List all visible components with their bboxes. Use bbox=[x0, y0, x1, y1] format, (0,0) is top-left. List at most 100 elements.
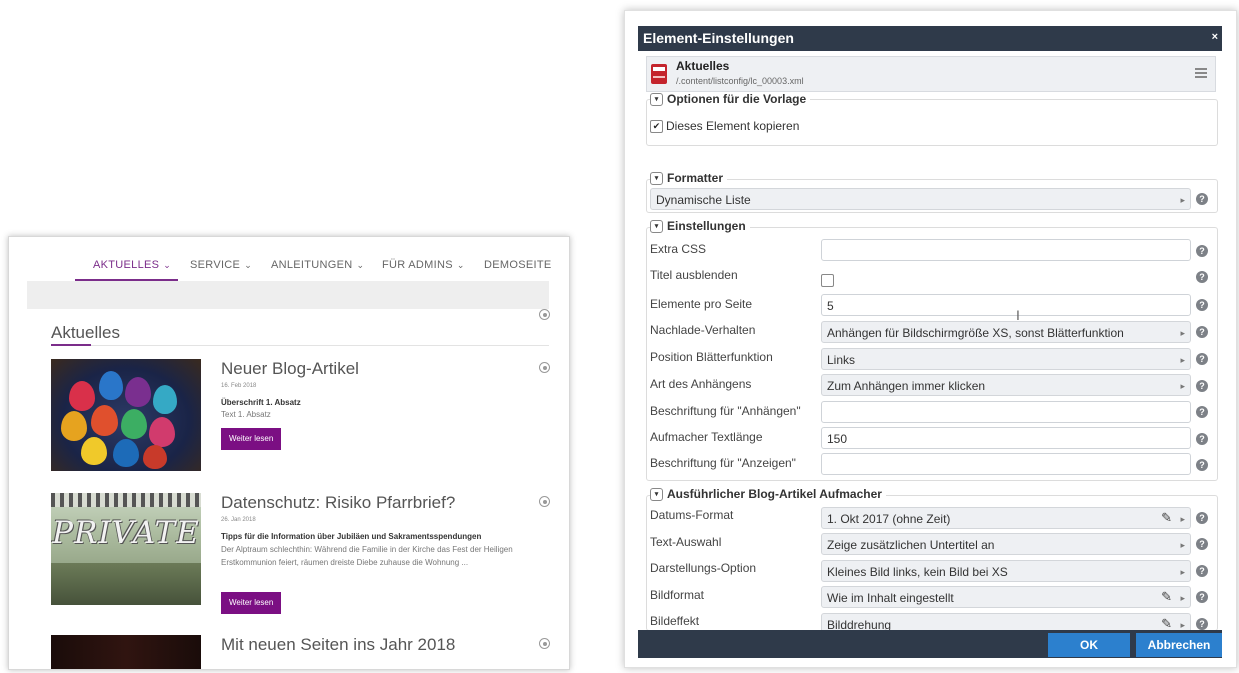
help-icon[interactable]: ? bbox=[1196, 406, 1208, 418]
collapse-toggle-icon[interactable]: ▾ bbox=[650, 93, 663, 107]
collapse-toggle-icon[interactable]: ▾ bbox=[650, 172, 663, 186]
resource-path: /.content/listconfig/lc_00003.xml bbox=[676, 76, 804, 86]
hamburger-menu-icon[interactable] bbox=[1195, 68, 1207, 78]
text-selection-select[interactable]: Zeige zusätzlichen Untertitel an ▸ bbox=[821, 533, 1191, 555]
edit-point-icon[interactable] bbox=[539, 638, 550, 649]
label-hide-title: Titel ausblenden bbox=[650, 268, 738, 282]
nav-item-demoseite[interactable]: DEMOSEITE bbox=[484, 259, 552, 271]
help-icon[interactable]: ? bbox=[1196, 459, 1208, 471]
label-teaser-length: Aufmacher Textlänge bbox=[650, 430, 763, 444]
append-type-select[interactable]: Zum Anhängen immer klicken ▸ bbox=[821, 374, 1191, 396]
post-image-private-sign[interactable]: PRIVATE bbox=[51, 493, 201, 605]
collapse-toggle-icon[interactable]: ▾ bbox=[650, 488, 663, 502]
hide-title-checkbox[interactable] bbox=[821, 274, 834, 287]
read-more-button[interactable]: Weiter lesen bbox=[221, 428, 282, 450]
arrow-right-icon: ▸ bbox=[1180, 540, 1185, 550]
elements-per-page-input[interactable]: 5 bbox=[821, 294, 1191, 316]
legend-detail-teaser[interactable]: ▾ Ausführlicher Blog-Artikel Aufmacher bbox=[650, 487, 886, 502]
chevron-down-icon: ⌄ bbox=[456, 260, 465, 270]
reload-behaviour-select[interactable]: Anhängen für Bildschirmgröße XS, sonst B… bbox=[821, 321, 1191, 343]
edit-point-icon[interactable] bbox=[539, 309, 550, 320]
legend-settings[interactable]: ▾ Einstellungen bbox=[650, 219, 750, 234]
teaser-length-input[interactable]: 150 bbox=[821, 427, 1191, 449]
egg-shape bbox=[149, 417, 175, 447]
legend-formatter[interactable]: ▾ Formatter bbox=[650, 171, 728, 186]
help-icon[interactable]: ? bbox=[1196, 299, 1208, 311]
help-icon[interactable]: ? bbox=[1196, 538, 1208, 550]
read-more-button[interactable]: Weiter lesen bbox=[221, 592, 282, 614]
date-format-select[interactable]: 1. Okt 2017 (ohne Zeit) ✎ ▸ bbox=[821, 507, 1191, 529]
arrow-right-icon: ▸ bbox=[1180, 381, 1185, 391]
dialog-title: Element-Einstellungen bbox=[643, 30, 794, 46]
copy-element-checkbox[interactable]: ✔ bbox=[650, 120, 663, 133]
copy-element-label: Dieses Element kopieren bbox=[666, 119, 800, 133]
label-pagination-position: Position Blätterfunktion bbox=[650, 350, 773, 364]
post-date: 16. Feb 2018 bbox=[221, 383, 257, 389]
image-format-select[interactable]: Wie im Inhalt eingestellt ✎ ▸ bbox=[821, 586, 1191, 608]
extra-css-input[interactable] bbox=[821, 239, 1191, 261]
help-icon[interactable]: ? bbox=[1196, 326, 1208, 338]
post-subtitle: Überschrift 1. Absatz bbox=[221, 398, 301, 407]
post-title[interactable]: Datenschutz: Risiko Pfarrbrief? bbox=[221, 493, 455, 513]
list-config-icon bbox=[651, 64, 667, 84]
edit-point-icon[interactable] bbox=[539, 362, 550, 373]
label-reload-behaviour: Nachlade-Verhalten bbox=[650, 323, 756, 337]
help-icon[interactable]: ? bbox=[1196, 353, 1208, 365]
dialog-footer: OK Abbrechen bbox=[638, 630, 1222, 658]
help-icon[interactable]: ? bbox=[1196, 565, 1208, 577]
nav-item-anleitungen[interactable]: ANLEITUNGEN ⌄ bbox=[271, 259, 364, 271]
help-icon[interactable]: ? bbox=[1196, 245, 1208, 257]
formatter-select[interactable]: Dynamische Liste ▸ bbox=[650, 188, 1191, 210]
legend-template-options[interactable]: ▾ Optionen für die Vorlage bbox=[650, 92, 811, 107]
chevron-down-icon: ⌄ bbox=[244, 260, 253, 270]
help-icon[interactable]: ? bbox=[1196, 591, 1208, 603]
resource-info-box: Aktuelles /.content/listconfig/lc_00003.… bbox=[646, 56, 1216, 92]
egg-shape bbox=[125, 377, 151, 407]
display-option-select[interactable]: Kleines Bild links, kein Bild bei XS ▸ bbox=[821, 560, 1191, 582]
arrow-right-icon: ▸ bbox=[1180, 593, 1185, 603]
arrow-right-icon: ▸ bbox=[1180, 195, 1185, 205]
post-image-easter-eggs[interactable] bbox=[51, 359, 201, 471]
gate-bars bbox=[51, 493, 201, 507]
close-icon[interactable]: × bbox=[1212, 31, 1218, 43]
pencil-icon[interactable]: ✎ bbox=[1161, 507, 1172, 529]
dialog-titlebar[interactable]: Element-Einstellungen × bbox=[638, 26, 1222, 51]
arrow-right-icon: ▸ bbox=[1180, 355, 1185, 365]
label-extra-css: Extra CSS bbox=[650, 242, 707, 256]
egg-shape bbox=[91, 405, 118, 436]
show-caption-input[interactable] bbox=[821, 453, 1191, 475]
egg-shape bbox=[143, 445, 167, 469]
egg-shape bbox=[113, 439, 139, 467]
pagination-position-select[interactable]: Links ▸ bbox=[821, 348, 1191, 370]
label-append-caption: Beschriftung für "Anhängen" bbox=[650, 404, 801, 418]
post-image-dark[interactable] bbox=[51, 635, 201, 669]
post-title[interactable]: Neuer Blog-Artikel bbox=[221, 359, 359, 379]
ok-button[interactable]: OK bbox=[1048, 633, 1130, 657]
label-elements-per-page: Elemente pro Seite bbox=[650, 297, 753, 311]
help-icon[interactable]: ? bbox=[1196, 433, 1208, 445]
breadcrumb-bar bbox=[27, 281, 549, 309]
nav-item-aktuelles[interactable]: AKTUELLES ⌄ bbox=[93, 259, 171, 271]
arrow-right-icon: ▸ bbox=[1180, 514, 1185, 524]
cancel-button[interactable]: Abbrechen bbox=[1136, 633, 1222, 657]
label-image-format: Bildformat bbox=[650, 588, 705, 602]
help-icon[interactable]: ? bbox=[1196, 380, 1208, 392]
nav-item-service[interactable]: SERVICE ⌄ bbox=[190, 259, 252, 271]
nav-item-fuer-admins[interactable]: FÜR ADMINS ⌄ bbox=[382, 259, 465, 271]
post-title[interactable]: Mit neuen Seiten ins Jahr 2018 bbox=[221, 635, 455, 655]
help-icon[interactable]: ? bbox=[1196, 512, 1208, 524]
help-icon[interactable]: ? bbox=[1196, 193, 1208, 205]
element-settings-dialog: Element-Einstellungen × Aktuelles /.cont… bbox=[638, 26, 1222, 658]
arrow-right-icon: ▸ bbox=[1180, 328, 1185, 338]
help-icon[interactable]: ? bbox=[1196, 618, 1208, 630]
egg-shape bbox=[99, 371, 123, 400]
append-caption-input[interactable] bbox=[821, 401, 1191, 423]
edit-point-icon[interactable] bbox=[539, 496, 550, 507]
egg-shape bbox=[61, 411, 87, 441]
label-display-option: Darstellungs-Option bbox=[650, 561, 757, 575]
help-icon[interactable]: ? bbox=[1196, 271, 1208, 283]
post-subtitle: Tipps für die Information über Jubiläen … bbox=[221, 532, 482, 541]
pencil-icon[interactable]: ✎ bbox=[1161, 586, 1172, 608]
heading-divider bbox=[51, 345, 549, 346]
collapse-toggle-icon[interactable]: ▾ bbox=[650, 220, 663, 234]
